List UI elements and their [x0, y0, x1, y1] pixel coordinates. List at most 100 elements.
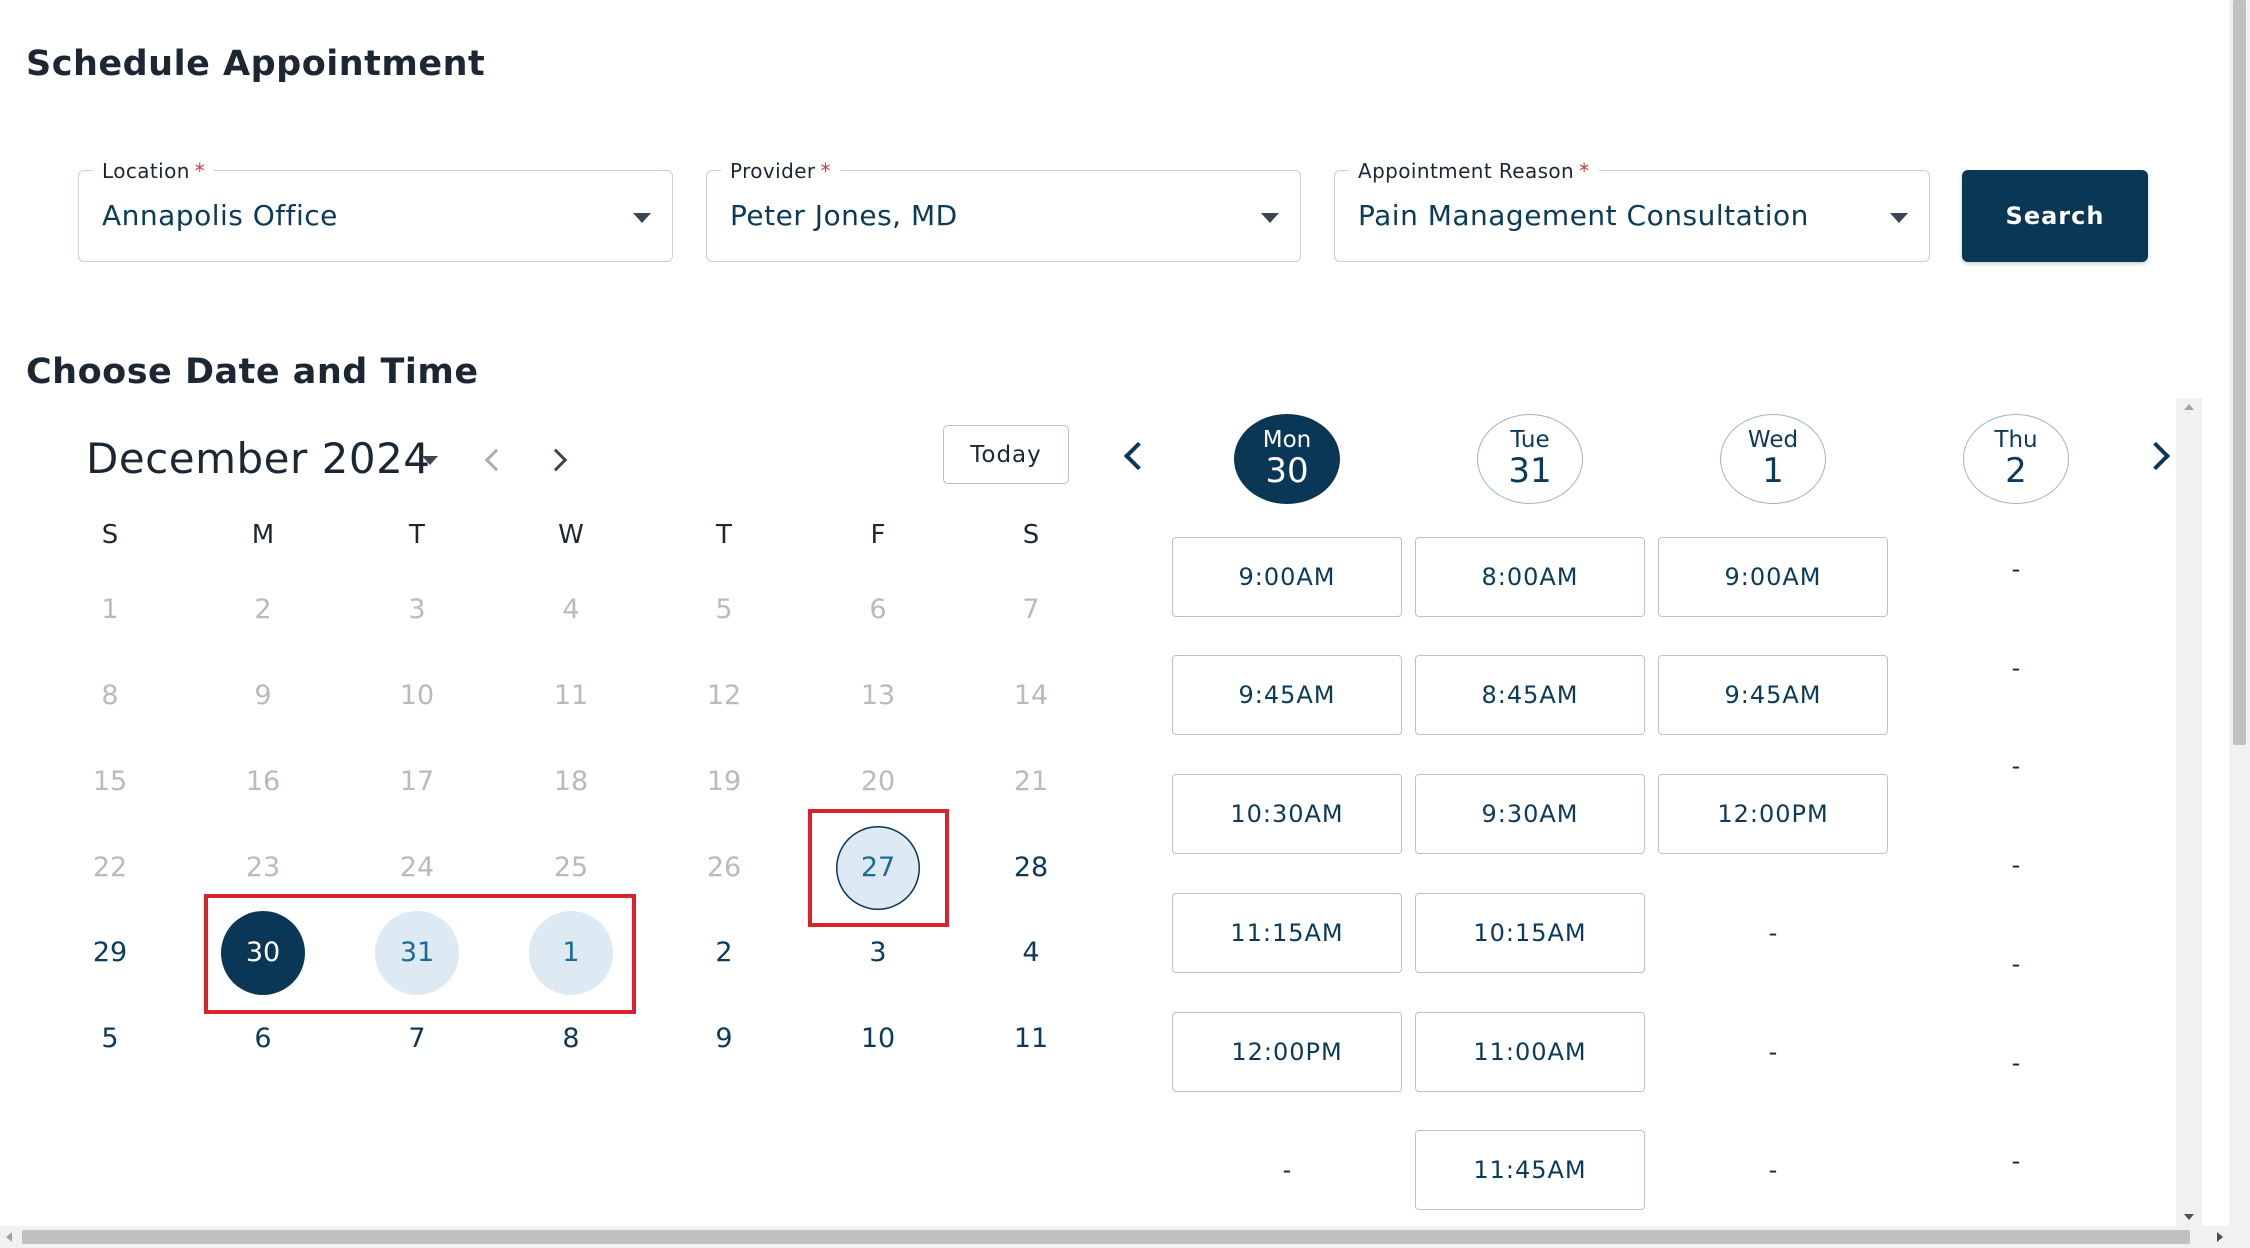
time-slot-button[interactable]: 9:45AM: [1658, 655, 1888, 735]
page-vertical-scrollbar[interactable]: [2229, 0, 2250, 1248]
horizontal-scroll-thumb[interactable]: [22, 1230, 2190, 1244]
calendar-day[interactable]: 30: [221, 911, 305, 995]
time-slot-button[interactable]: 9:45AM: [1172, 655, 1402, 735]
calendar-day: 15: [92, 766, 128, 797]
time-slot-button[interactable]: 11:45AM: [1415, 1130, 1645, 1210]
time-slot-button[interactable]: 12:00PM: [1172, 1012, 1402, 1092]
provider-label: Provider *: [721, 159, 840, 183]
no-slot-placeholder: -: [2011, 851, 2021, 879]
location-label: Location *: [93, 159, 215, 183]
day-column-header[interactable]: Tue 31: [1477, 414, 1583, 504]
weekday-header: T: [716, 520, 732, 550]
time-slot-button[interactable]: 8:45AM: [1415, 655, 1645, 735]
horizontal-scrollbar[interactable]: [0, 1226, 2229, 1248]
calendar-day: 18: [553, 766, 589, 797]
time-slot-button[interactable]: 8:00AM: [1415, 537, 1645, 617]
time-slot-button[interactable]: 9:00AM: [1658, 537, 1888, 617]
calendar-day: 9: [254, 680, 272, 711]
weekday-header: S: [101, 520, 119, 550]
calendar-day: 22: [92, 852, 128, 883]
time-slot-button[interactable]: 11:15AM: [1172, 893, 1402, 973]
calendar-day: 6: [869, 594, 887, 625]
day-number: 2: [2005, 451, 2027, 491]
scroll-right-icon[interactable]: [2217, 1232, 2223, 1242]
day-name: Mon: [1262, 427, 1312, 453]
chevron-right-icon[interactable]: [2141, 441, 2171, 471]
no-slot-placeholder: -: [1282, 1156, 1292, 1184]
calendar-day: 17: [399, 766, 435, 797]
calendar-day[interactable]: 3: [836, 911, 920, 995]
today-button[interactable]: Today: [943, 425, 1069, 484]
calendar-day: 25: [553, 852, 589, 883]
chevron-right-icon[interactable]: [544, 448, 568, 472]
provider-value: Peter Jones, MD: [730, 199, 958, 232]
time-slot-button[interactable]: 10:15AM: [1415, 893, 1645, 973]
calendar-day: 4: [562, 594, 580, 625]
time-slot-button[interactable]: 11:00AM: [1415, 1012, 1645, 1092]
calendar-day[interactable]: 6: [221, 997, 305, 1081]
calendar-day: 5: [715, 594, 733, 625]
calendar-day[interactable]: 8: [529, 997, 613, 1081]
day-column-header[interactable]: Wed 1: [1720, 414, 1826, 504]
time-slot-button[interactable]: 9:00AM: [1172, 537, 1402, 617]
scroll-down-icon[interactable]: [2184, 1214, 2194, 1220]
time-slot-button[interactable]: 10:30AM: [1172, 774, 1402, 854]
day-name: Wed: [1747, 427, 1799, 453]
day-column-header[interactable]: Mon 30: [1234, 414, 1340, 504]
day-number: 30: [1265, 451, 1309, 491]
no-slot-placeholder: -: [1768, 919, 1778, 947]
scroll-left-icon[interactable]: [6, 1232, 12, 1242]
time-slot-button[interactable]: 9:30AM: [1415, 774, 1645, 854]
calendar-day: 26: [706, 852, 742, 883]
scroll-up-icon[interactable]: [2184, 404, 2194, 410]
calendar-day: 19: [706, 766, 742, 797]
calendar-day[interactable]: 11: [989, 997, 1073, 1081]
weekday-header: M: [251, 520, 275, 550]
calendar-day[interactable]: 2: [682, 911, 766, 995]
inner-vertical-scrollbar[interactable]: [2176, 398, 2202, 1226]
calendar-day: 23: [245, 852, 281, 883]
no-slot-placeholder: -: [1768, 1038, 1778, 1066]
calendar-day[interactable]: 7: [375, 997, 459, 1081]
calendar-day[interactable]: 9: [682, 997, 766, 1081]
search-button[interactable]: Search: [1962, 170, 2148, 262]
calendar-day[interactable]: 28: [989, 826, 1073, 910]
time-slot-button[interactable]: 12:00PM: [1658, 774, 1888, 854]
no-slot-placeholder: -: [2011, 950, 2021, 978]
month-label[interactable]: December 2024: [86, 434, 431, 483]
calendar-day[interactable]: 1: [529, 911, 613, 995]
calendar-day[interactable]: 5: [68, 997, 152, 1081]
calendar-day[interactable]: 27: [836, 826, 920, 910]
calendar-day: 20: [860, 766, 896, 797]
calendar-day[interactable]: 31: [375, 911, 459, 995]
calendar-day: 11: [553, 680, 589, 711]
calendar-day: 13: [860, 680, 896, 711]
calendar-day: 3: [408, 594, 426, 625]
provider-select[interactable]: Provider * Peter Jones, MD: [706, 159, 1301, 262]
appointment-reason-label: Appointment Reason *: [1349, 159, 1599, 183]
caret-down-icon: [633, 213, 651, 223]
vertical-scroll-thumb[interactable]: [2233, 0, 2246, 745]
calendar-day[interactable]: 10: [836, 997, 920, 1081]
chevron-left-icon[interactable]: [1123, 441, 1153, 471]
calendar-day[interactable]: 29: [68, 911, 152, 995]
weekday-header: F: [870, 520, 886, 550]
location-select[interactable]: Location * Annapolis Office: [78, 159, 673, 262]
caret-down-icon: [1890, 213, 1908, 223]
day-name: Thu: [1994, 427, 2038, 453]
no-slot-placeholder: -: [2011, 1147, 2021, 1175]
page-title: Schedule Appointment: [26, 44, 486, 84]
no-slot-placeholder: -: [2011, 1049, 2021, 1077]
section-title: Choose Date and Time: [26, 352, 479, 392]
no-slot-placeholder: -: [2011, 752, 2021, 780]
calendar-day: 14: [1013, 680, 1049, 711]
calendar-day[interactable]: 4: [989, 911, 1073, 995]
caret-down-icon[interactable]: [422, 456, 438, 465]
no-slot-placeholder: -: [1768, 1156, 1778, 1184]
caret-down-icon: [1261, 213, 1279, 223]
appointment-reason-select[interactable]: Appointment Reason * Pain Management Cons…: [1334, 159, 1930, 262]
day-column-header[interactable]: Thu 2: [1963, 414, 2069, 504]
chevron-left-icon[interactable]: [484, 448, 508, 472]
day-number: 31: [1508, 451, 1552, 491]
calendar-day: 1: [101, 594, 119, 625]
